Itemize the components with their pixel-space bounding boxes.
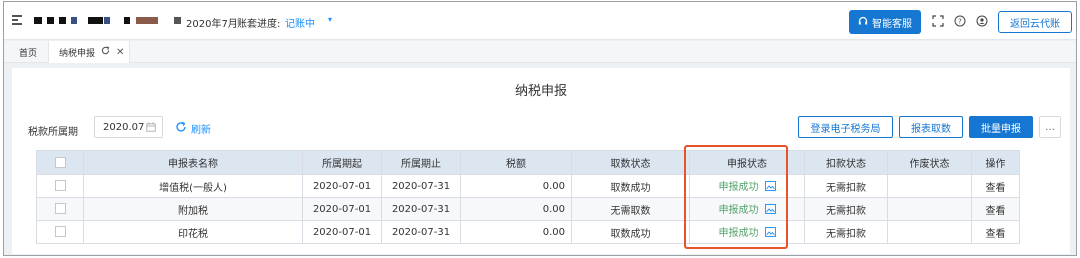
smart-service-button[interactable]: 智能客服 [849, 10, 921, 34]
fetch-status: 取数成功 [571, 174, 690, 198]
headset-icon [858, 16, 868, 29]
void-status [887, 174, 972, 198]
image-icon[interactable] [764, 180, 776, 194]
user-icon[interactable] [976, 15, 988, 27]
tab-tax-declaration[interactable]: 纳税申报 ✕ [48, 41, 130, 63]
redacted-company-name [88, 17, 103, 24]
col-header: 所属期起 [302, 150, 382, 175]
redacted-company-name [59, 17, 66, 24]
tab-bar: 首页 纳税申报 ✕ [4, 41, 1076, 63]
refresh-label: 刷新 [191, 125, 211, 136]
image-icon[interactable] [764, 226, 776, 240]
col-header: 操作 [971, 150, 1020, 175]
period-date-picker[interactable]: 2020.07 [94, 116, 163, 138]
redacted-company-name [104, 17, 110, 24]
period-start: 2020-07-01 [302, 174, 382, 198]
declare-status: 申报成功 [718, 182, 759, 194]
table-row[interactable]: 印花税 2020-07-01 2020-07-31 0.00 取数成功 申报成功… [36, 220, 1020, 244]
batch-declare-button[interactable]: 批量申报 [969, 116, 1033, 138]
col-header: 申报表名称 [83, 150, 303, 175]
table-row[interactable]: 增值税(一般人) 2020-07-01 2020-07-31 0.00 取数成功… [36, 174, 1020, 198]
declare-status: 申报成功 [718, 228, 759, 240]
back-to-cloud-button[interactable]: 返回云代账 [998, 11, 1072, 33]
row-checkbox[interactable] [54, 180, 66, 192]
row-select-cell [36, 197, 84, 221]
redacted-company-name [124, 17, 130, 24]
view-link[interactable]: 查看 [971, 197, 1020, 221]
void-status [887, 220, 972, 244]
period-start: 2020-07-01 [302, 197, 382, 221]
redacted-company-name [174, 17, 181, 24]
col-header: 取数状态 [571, 150, 690, 175]
menu-icon[interactable] [12, 15, 22, 25]
help-icon[interactable]: ? [954, 15, 966, 27]
report-name: 增值税(一般人) [83, 174, 303, 198]
app-window: 2020年7月 账套进度: 记账中 ▾ 智能客服 ? 返回云代账 首页 纳税申报 [3, 1, 1077, 256]
tab-tax-label: 纳税申报 [59, 48, 96, 59]
progress-dropdown[interactable]: 记账中 [285, 15, 315, 30]
void-status [887, 197, 972, 221]
period-end: 2020-07-31 [381, 220, 461, 244]
redacted-company-name [136, 17, 158, 24]
declare-status-cell: 申报成功 [689, 197, 805, 221]
row-select-cell [36, 220, 84, 244]
close-icon[interactable]: ✕ [116, 47, 124, 58]
select-all-checkbox[interactable] [54, 156, 66, 168]
svg-text:?: ? [958, 18, 962, 26]
col-header: 扣款状态 [804, 150, 888, 175]
redacted-company-name [34, 17, 42, 24]
period-label: 税款所属期 [28, 127, 78, 138]
smart-service-label: 智能客服 [872, 18, 912, 30]
tab-home[interactable]: 首页 [14, 41, 42, 63]
image-icon[interactable] [764, 203, 776, 217]
col-header: 作废状态 [887, 150, 972, 175]
redacted-company-name [71, 17, 77, 24]
calendar-icon [146, 122, 156, 132]
deduct-status: 无需扣款 [804, 174, 888, 198]
tab-home-label: 首页 [18, 48, 37, 59]
current-period: 2020年7月 [186, 19, 238, 30]
login-etax-button[interactable]: 登录电子税务局 [798, 116, 893, 138]
view-link[interactable]: 查看 [971, 174, 1020, 198]
declare-status: 申报成功 [718, 205, 759, 217]
table-row[interactable]: 附加税 2020-07-01 2020-07-31 0.00 无需取数 申报成功… [36, 197, 1020, 221]
col-header: 税额 [460, 150, 572, 175]
declare-status-cell: 申报成功 [689, 174, 805, 198]
tax-amount: 0.00 [460, 197, 572, 221]
top-bar: 2020年7月 账套进度: 记账中 ▾ 智能客服 ? 返回云代账 [4, 2, 1076, 40]
report-name: 附加税 [83, 197, 303, 221]
fetch-status: 无需取数 [571, 197, 690, 221]
period-value: 2020.07 [103, 121, 145, 133]
reload-tab-icon[interactable] [101, 46, 110, 58]
fetch-status: 取数成功 [571, 220, 690, 244]
redacted-company-name [47, 17, 54, 24]
deduct-status: 无需扣款 [804, 197, 888, 221]
more-actions-button[interactable]: ... [1039, 116, 1061, 138]
refresh-icon [175, 121, 187, 136]
period-end: 2020-07-31 [381, 197, 461, 221]
page-title: 纳税申报 [514, 84, 567, 99]
table-header-row: 申报表名称 所属期起 所属期止 税额 取数状态 申报状态 扣款状态 作废状态 操… [36, 150, 1020, 175]
row-select-cell [36, 174, 84, 198]
period-end: 2020-07-31 [381, 174, 461, 198]
declaration-table: 申报表名称 所属期起 所属期止 税额 取数状态 申报状态 扣款状态 作废状态 操… [36, 150, 1020, 244]
main-content: 纳税申报 税款所属期 2020.07 刷新 登录电子税务局 报表取数 批量申报 … [12, 68, 1070, 254]
progress-label: 账套进度: [237, 19, 281, 30]
report-name: 印花税 [83, 220, 303, 244]
row-checkbox[interactable] [54, 203, 66, 215]
period-start: 2020-07-01 [302, 220, 382, 244]
view-link[interactable]: 查看 [971, 220, 1020, 244]
fullscreen-icon[interactable] [932, 15, 944, 27]
refresh-button[interactable]: 刷新 [175, 121, 211, 136]
deduct-status: 无需扣款 [804, 220, 888, 244]
chevron-down-icon[interactable]: ▾ [328, 15, 332, 24]
col-header: 所属期止 [381, 150, 461, 175]
tax-amount: 0.00 [460, 174, 572, 198]
fetch-reports-button[interactable]: 报表取数 [899, 116, 963, 138]
col-header: 申报状态 [689, 150, 805, 175]
select-all-cell [36, 150, 84, 175]
tax-amount: 0.00 [460, 220, 572, 244]
declare-status-cell: 申报成功 [689, 220, 805, 244]
row-checkbox[interactable] [54, 226, 66, 238]
